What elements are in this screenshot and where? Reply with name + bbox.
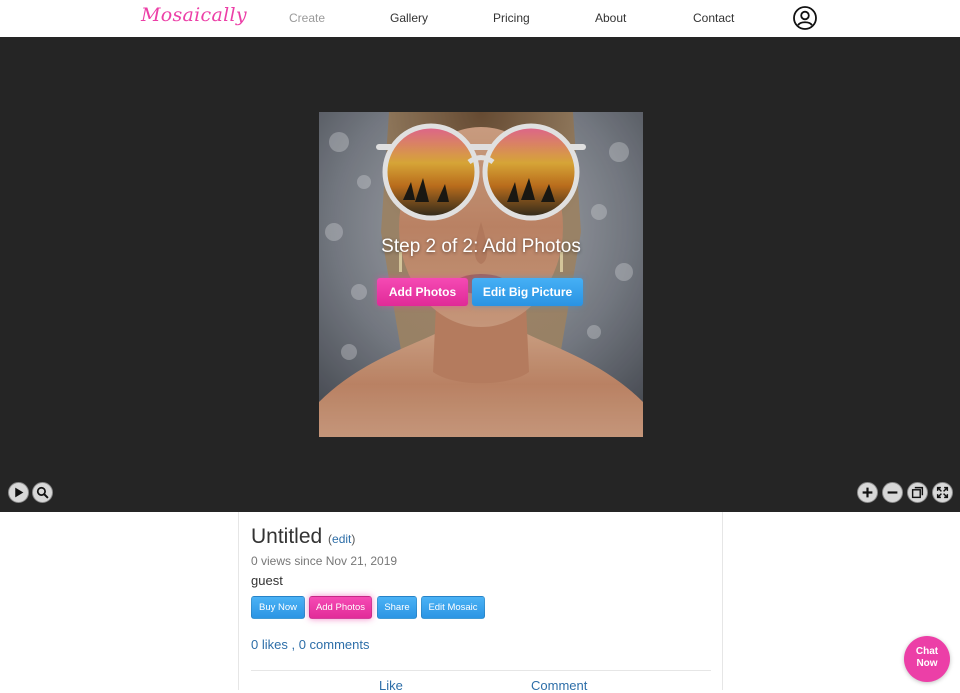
views-count: 0 views since Nov 21, 2019 bbox=[251, 554, 398, 568]
play-icon[interactable] bbox=[8, 482, 29, 503]
fullscreen-icon[interactable] bbox=[932, 482, 953, 503]
account-icon[interactable] bbox=[793, 6, 817, 30]
magnifier-icon[interactable] bbox=[32, 482, 53, 503]
comments-link[interactable]: 0 comments bbox=[299, 637, 370, 652]
chat-label-line1: Chat bbox=[915, 646, 939, 657]
mosaic-title-row: Untitled (edit) bbox=[251, 525, 356, 548]
edit-big-picture-button[interactable]: Edit Big Picture bbox=[472, 278, 583, 306]
edit-title-link[interactable]: edit bbox=[332, 532, 351, 546]
nav-link-contact[interactable]: Contact bbox=[693, 11, 734, 25]
nav-link-about[interactable]: About bbox=[595, 11, 626, 25]
nav-link-gallery[interactable]: Gallery bbox=[390, 11, 428, 25]
likes-comments-line: 0 likes , 0 comments bbox=[251, 637, 370, 652]
like-link[interactable]: Like bbox=[379, 678, 403, 693]
chat-label-line2: Now bbox=[916, 658, 938, 669]
add-photos-button[interactable]: Add Photos bbox=[309, 596, 372, 619]
mosaic-viewer: Step 2 of 2: Add Photos Add Photos Edit … bbox=[0, 37, 960, 512]
step-title: Step 2 of 2: Add Photos bbox=[381, 236, 581, 257]
owner-name: guest bbox=[251, 573, 283, 588]
site-logo[interactable]: Mosaically bbox=[141, 4, 247, 26]
big-picture-image: Step 2 of 2: Add Photos Add Photos Edit … bbox=[319, 112, 643, 437]
buy-now-button[interactable]: Buy Now bbox=[251, 596, 305, 619]
likes-link[interactable]: 0 likes bbox=[251, 637, 288, 652]
nav-link-create[interactable]: Create bbox=[289, 11, 325, 25]
comment-link[interactable]: Comment bbox=[531, 678, 587, 693]
add-photos-overlay-button[interactable]: Add Photos bbox=[377, 278, 468, 306]
copy-icon[interactable] bbox=[907, 482, 928, 503]
share-button[interactable]: Share bbox=[377, 596, 417, 619]
divider bbox=[251, 670, 711, 671]
mosaic-title: Untitled bbox=[251, 525, 323, 548]
mosaic-info-panel: Untitled (edit) 0 views since Nov 21, 20… bbox=[238, 512, 723, 693]
edit-mosaic-button[interactable]: Edit Mosaic bbox=[421, 596, 485, 619]
chat-now-button[interactable]: Chat Now bbox=[904, 636, 950, 682]
top-nav: Mosaically Create Gallery Pricing About … bbox=[0, 0, 960, 37]
zoom-in-icon[interactable] bbox=[857, 482, 878, 503]
zoom-out-icon[interactable] bbox=[882, 482, 903, 503]
nav-link-pricing[interactable]: Pricing bbox=[493, 11, 530, 25]
likes-separator: , bbox=[287, 637, 299, 652]
